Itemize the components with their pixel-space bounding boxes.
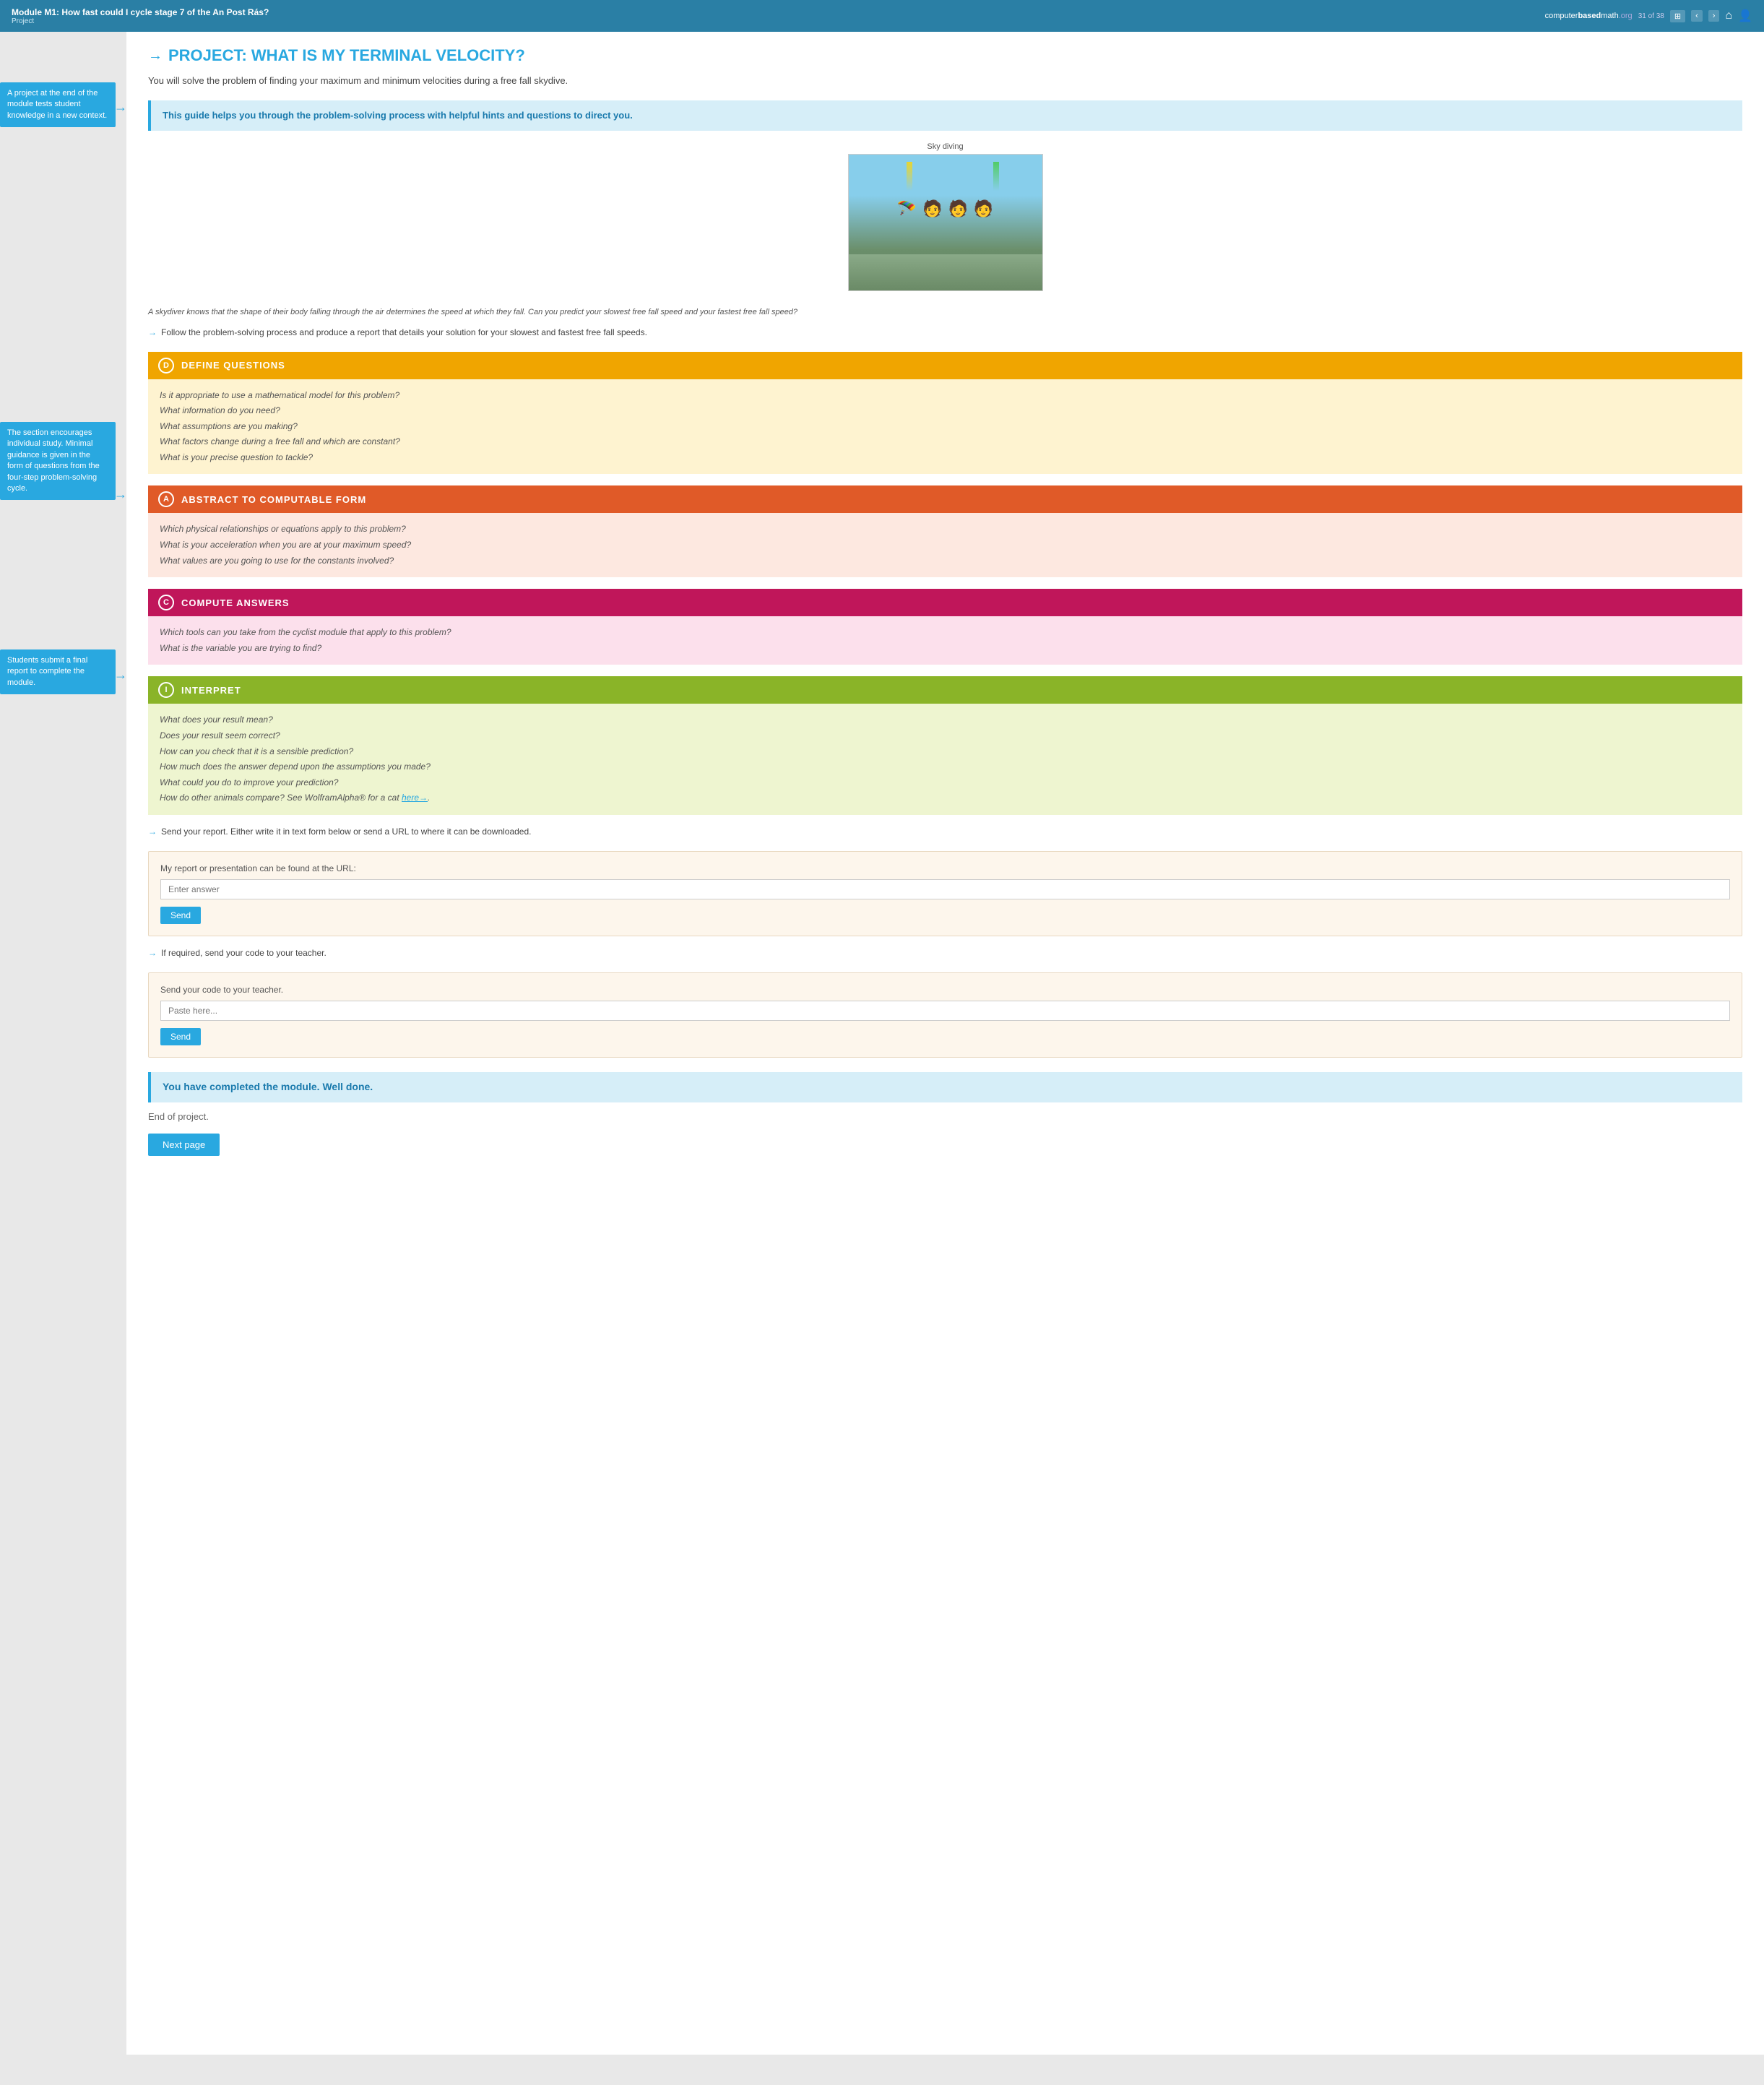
- end-text: End of project.: [148, 1111, 1742, 1122]
- define-q1: Is it appropriate to use a mathematical …: [160, 388, 1731, 404]
- home-icon[interactable]: ⌂: [1725, 9, 1732, 22]
- intro-text: You will solve the problem of finding yo…: [148, 75, 1742, 86]
- define-q2: What information do you need?: [160, 403, 1731, 419]
- next-page-button[interactable]: Next page: [148, 1134, 220, 1156]
- code-form: Send your code to your teacher. Send: [148, 972, 1742, 1058]
- interpret-q2: Does your result seem correct?: [160, 728, 1731, 744]
- smoke-yellow: [907, 162, 912, 191]
- send-code-row: → If required, send your code to your te…: [148, 948, 1742, 958]
- define-q3: What assumptions are you making?: [160, 419, 1731, 435]
- title-arrow-icon: →: [148, 48, 163, 64]
- smoke-green: [993, 162, 999, 191]
- guide-box: This guide helps you through the problem…: [148, 100, 1742, 131]
- interpret-q5: What could you do to improve your predic…: [160, 775, 1731, 791]
- interpret-questions: What does your result mean? Does your re…: [160, 712, 1731, 806]
- annotation-arrow-2: →: [114, 487, 127, 502]
- annotation-arrow-3: →: [114, 668, 127, 683]
- interpret-q6: How do other animals compare? See Wolfra…: [160, 790, 1731, 806]
- send-report-text: Send your report. Either write it in tex…: [161, 826, 531, 837]
- skydive-image: 🪂 🧑 🧑 🧑: [848, 154, 1043, 291]
- annotation-arrow-1: →: [114, 100, 127, 115]
- main-content: → PROJECT: WHAT IS MY TERMINAL VELOCITY?…: [126, 32, 1764, 2055]
- completion-message: You have completed the module. Well done…: [163, 1081, 373, 1092]
- define-section-header: D DEFINE QUESTIONS: [148, 352, 1742, 379]
- page-counter: 31 of 38: [1638, 12, 1664, 20]
- define-badge: D: [158, 358, 174, 374]
- define-content: Is it appropriate to use a mathematical …: [148, 379, 1742, 475]
- interpret-q4: How much does the answer depend upon the…: [160, 759, 1731, 775]
- abstract-q3: What values are you going to use for the…: [160, 553, 1731, 569]
- interpret-q1: What does your result mean?: [160, 712, 1731, 728]
- compute-questions: Which tools can you take from the cyclis…: [160, 625, 1731, 656]
- follow-text: Follow the problem-solving process and p…: [161, 327, 647, 337]
- project-title-row: → PROJECT: WHAT IS MY TERMINAL VELOCITY?: [148, 46, 1742, 65]
- abstract-section-header: A ABSTRACT TO COMPUTABLE FORM: [148, 485, 1742, 513]
- follow-text-row: → Follow the problem-solving process and…: [148, 327, 1742, 337]
- send-report-row: → Send your report. Either write it in t…: [148, 826, 1742, 837]
- define-questions: Is it appropriate to use a mathematical …: [160, 388, 1731, 466]
- report-form: My report or presentation can be found a…: [148, 851, 1742, 936]
- annotation-report: Students submit a final report to comple…: [0, 649, 116, 694]
- report-url-input[interactable]: [160, 879, 1730, 899]
- cbm-logo: computerbasedmath.org: [1545, 12, 1633, 20]
- wolfram-link[interactable]: here→: [402, 793, 428, 803]
- abstract-title: ABSTRACT TO COMPUTABLE FORM: [181, 494, 366, 505]
- abstract-badge: A: [158, 491, 174, 507]
- send-code-text: If required, send your code to your teac…: [161, 948, 327, 958]
- interpret-badge: I: [158, 682, 174, 698]
- header-title-area: Module M1: How fast could I cycle stage …: [12, 7, 269, 25]
- compute-badge: C: [158, 595, 174, 610]
- completion-box: You have completed the module. Well done…: [148, 1072, 1742, 1102]
- figure-3: 🧑: [948, 199, 968, 218]
- interpret-section-header: I INTERPRET: [148, 676, 1742, 704]
- annotation-section: The section encourages individual study.…: [0, 422, 116, 500]
- interpret-q3: How can you check that it is a sensible …: [160, 744, 1731, 760]
- nav-next-button[interactable]: ›: [1708, 10, 1720, 22]
- page-layout: A project at the end of the module tests…: [0, 32, 1764, 2055]
- section-label: Project: [12, 17, 269, 25]
- image-section: Sky diving 🪂 🧑 🧑 🧑: [148, 142, 1742, 295]
- skydive-figures: 🪂 🧑 🧑 🧑: [897, 199, 994, 218]
- compute-q2: What is the variable you are trying to f…: [160, 641, 1731, 657]
- project-title: PROJECT: WHAT IS MY TERMINAL VELOCITY?: [168, 46, 525, 65]
- code-paste-input[interactable]: [160, 1001, 1730, 1021]
- figure-4: 🧑: [974, 199, 993, 218]
- report-send-button[interactable]: Send: [160, 907, 201, 924]
- compute-section-header: C COMPUTE ANSWERS: [148, 589, 1742, 616]
- nav-grid-button[interactable]: ⊞: [1670, 10, 1685, 22]
- send-code-arrow: →: [148, 948, 157, 958]
- header-controls: computerbasedmath.org 31 of 38 ⊞ ‹ › ⌂ 👤: [1545, 9, 1752, 23]
- abstract-questions: Which physical relationships or equation…: [160, 522, 1731, 569]
- interpret-content: What does your result mean? Does your re…: [148, 704, 1742, 815]
- define-q5: What is your precise question to tackle?: [160, 450, 1731, 466]
- report-form-label: My report or presentation can be found a…: [160, 863, 1730, 873]
- figure-2: 🧑: [922, 199, 942, 218]
- define-title: DEFINE QUESTIONS: [181, 360, 285, 371]
- abstract-q1: Which physical relationships or equation…: [160, 522, 1731, 538]
- abstract-q2: What is your acceleration when you are a…: [160, 538, 1731, 553]
- compute-q1: Which tools can you take from the cyclis…: [160, 625, 1731, 641]
- follow-arrow-icon: →: [148, 327, 157, 337]
- user-icon[interactable]: 👤: [1738, 9, 1752, 23]
- compute-title: COMPUTE ANSWERS: [181, 597, 290, 608]
- figure-1: 🪂: [897, 199, 917, 218]
- image-label: Sky diving: [148, 142, 1742, 151]
- compute-content: Which tools can you take from the cyclis…: [148, 616, 1742, 665]
- interpret-title: INTERPRET: [181, 685, 241, 696]
- define-q4: What factors change during a free fall a…: [160, 434, 1731, 450]
- ground: [849, 254, 1042, 290]
- abstract-content: Which physical relationships or equation…: [148, 513, 1742, 577]
- send-report-arrow: →: [148, 826, 157, 837]
- nav-prev-button[interactable]: ‹: [1691, 10, 1703, 22]
- code-form-label: Send your code to your teacher.: [160, 985, 1730, 995]
- code-send-button[interactable]: Send: [160, 1028, 201, 1045]
- module-title: Module M1: How fast could I cycle stage …: [12, 7, 269, 17]
- caption-text: A skydiver knows that the shape of their…: [148, 306, 1742, 319]
- page-header: Module M1: How fast could I cycle stage …: [0, 0, 1764, 32]
- annotation-project: A project at the end of the module tests…: [0, 82, 116, 127]
- guide-text: This guide helps you through the problem…: [163, 110, 633, 121]
